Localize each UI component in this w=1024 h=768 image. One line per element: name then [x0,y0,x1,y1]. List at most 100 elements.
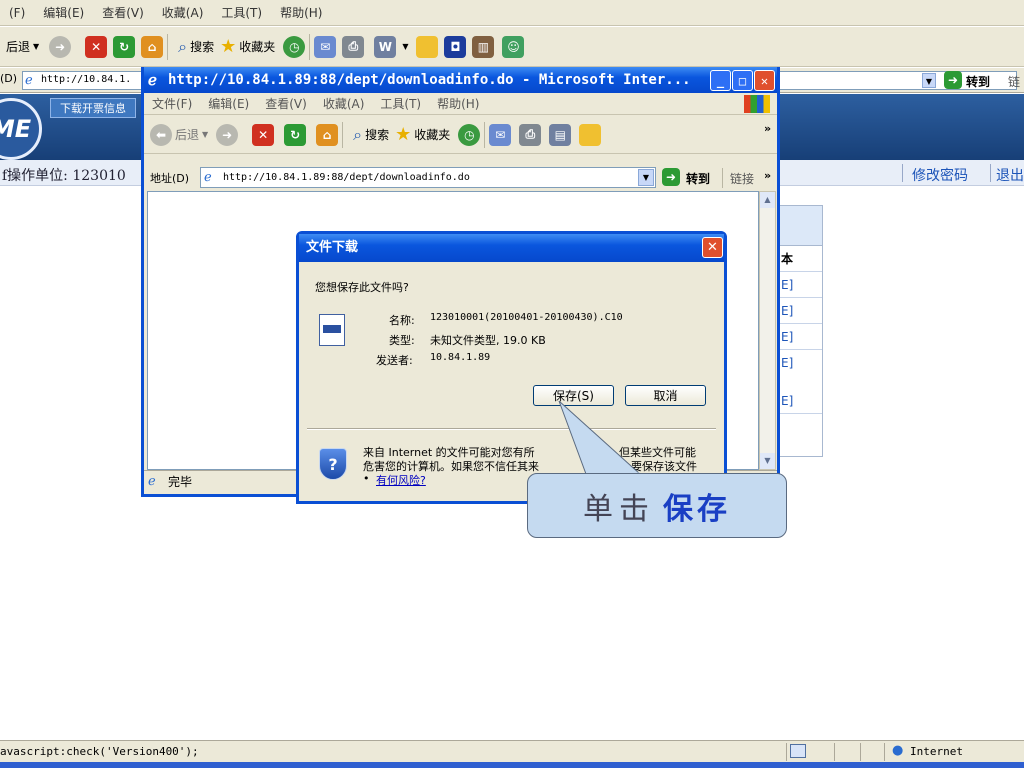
history-icon[interactable]: ◷ [283,35,306,58]
popup-search-button[interactable]: ⌕ 搜索 [353,125,389,145]
popup-links-label[interactable]: 链接 [730,170,754,187]
popup-menu-help[interactable]: 帮助(H) [429,93,487,115]
bg-links-label[interactable]: 链 [1008,73,1020,90]
popup-status-text: 完毕 [168,475,193,489]
risk-link[interactable]: 有何风险? [376,472,426,488]
bg-address-value: http://10.84.1. [41,74,132,85]
dropdown-arrow-icon[interactable]: ▼ [638,169,654,186]
bg-favorites-button[interactable]: ★ 收藏夹 [220,36,275,57]
name-label: 名称: [389,314,415,327]
search-icon: ⌕ [353,124,363,144]
forward-icon[interactable]: ➜ [216,123,239,146]
popup-menu-edit[interactable]: 编辑(E) [200,93,257,115]
popup-address-input[interactable]: ℯ http://10.84.1.89:88/dept/downloadinfo… [200,167,656,188]
close-button[interactable]: ✕ [754,70,775,91]
print-icon[interactable]: ⎙ [519,123,542,146]
cancel-button-label: 取消 [653,389,678,403]
popup-menu-favorites[interactable]: 收藏(A) [315,93,373,115]
toolbar-overflow-icon[interactable]: » [764,122,771,135]
bg-menu-tools[interactable]: 工具(T) [212,0,271,26]
popup-favorites-button[interactable]: ★ 收藏夹 [395,124,450,145]
stop-icon[interactable]: ✕ [85,35,108,58]
popup-toolbar: ⬅ 后退 ▼ ➜ ✕ ↻ ⌂ ⌕ 搜索 ★ 收藏夹 ◷ ✉ ⎙ ▤ » [144,116,777,154]
bg-menu-view[interactable]: 查看(V) [93,0,153,26]
popup-menu-file[interactable]: 文件(F) [144,93,200,115]
bg-menu-bar: (F) 编辑(E) 查看(V) 收藏(A) 工具(T) 帮助(H) [0,0,1024,26]
from-value: 10.84.1.89 [430,352,491,363]
popup-address-label: 地址(D) [150,172,190,185]
status-divider [860,743,861,761]
edit-icon[interactable]: ▤ [549,123,572,146]
popup-scrollbar[interactable]: ▲ ▼ [759,191,776,470]
popup-back-button[interactable]: ⬅ 后退 ▼ [150,123,208,146]
popup-go-label[interactable]: 转到 [686,170,710,187]
refresh-icon[interactable]: ↻ [284,123,307,146]
search-icon: ⌕ [178,36,188,56]
popup-title-bar: ℯ http://10.84.1.89:88/dept/downloadinfo… [144,67,777,93]
bg-status-bar: avascript:check('Version400'); ● Interne… [0,740,1024,762]
logout-link[interactable]: 退出 [996,165,1024,185]
mail-icon[interactable]: ✉ [314,35,337,58]
popup-address-value: http://10.84.1.89:88/dept/downloadinfo.d… [223,172,470,183]
dropdown-arrow-icon[interactable]: ▼ [922,73,936,88]
refresh-icon[interactable]: ↻ [113,35,136,58]
go-arrow-icon[interactable]: ➜ [944,71,962,89]
popup-back-label: 后退 [175,128,200,142]
tutorial-callout: 单击 保存 [527,473,787,538]
bg-back-button[interactable]: 后退 ▼ [6,38,39,55]
link-divider [990,164,991,182]
from-label: 发送者: [376,354,413,367]
status-divider [834,743,835,761]
bg-status-text: avascript:check('Version400'); [0,745,199,758]
dialog-close-button[interactable]: ✕ [702,237,723,258]
notes-icon[interactable] [579,123,602,146]
scroll-down-icon[interactable]: ▼ [760,453,775,469]
home-icon[interactable]: ⌂ [141,35,164,58]
dropdown-arrow-icon[interactable]: ▼ [402,42,408,51]
history-icon[interactable]: ◷ [458,123,481,146]
minimize-button[interactable]: _ [710,70,731,91]
stop-icon[interactable]: ✕ [252,123,275,146]
home-icon[interactable]: ⌂ [316,123,339,146]
globe-icon: ● [892,743,904,758]
change-password-link[interactable]: 修改密码 [912,165,968,185]
bg-menu-edit[interactable]: 编辑(E) [34,0,93,26]
download-tab[interactable]: 下载开票信息 [50,98,136,118]
maximize-button[interactable]: □ [732,70,753,91]
links-overflow-icon[interactable]: » [764,169,771,182]
people-icon[interactable]: ☺ [502,35,525,58]
bg-menu-help[interactable]: 帮助(H) [271,0,331,26]
bg-menu-favorites[interactable]: 收藏(A) [153,0,213,26]
popup-menu-bar: 文件(F) 编辑(E) 查看(V) 收藏(A) 工具(T) 帮助(H) [144,93,777,115]
bg-toolbar: 后退 ▼ ➜ ✕ ↻ ⌂ ⌕ 搜索 ★ 收藏夹 ◷ ✉ ⎙ W ▼ ◘ ▥ ☺ [0,27,1024,67]
scroll-up-icon[interactable]: ▲ [760,192,775,208]
toolbar-divider [342,121,344,148]
toolbar-divider [167,33,169,60]
go-arrow-icon[interactable]: ➜ [662,168,680,186]
bullet: • [363,472,370,485]
forward-icon[interactable]: ➜ [49,35,72,58]
research-icon[interactable]: ▥ [472,35,495,58]
shield-icon: ? [319,448,347,480]
bg-search-button[interactable]: ⌕ 搜索 [178,37,214,57]
print-icon[interactable]: ⎙ [342,35,365,58]
bg-search-label: 搜索 [190,40,215,54]
windows-logo-icon [744,95,770,113]
bg-menu-file[interactable]: (F) [0,0,34,26]
bg-back-label: 后退 [6,40,31,54]
messenger-icon[interactable]: ◘ [444,35,467,58]
bg-go-label[interactable]: 转到 [966,73,990,90]
ie-icon: ℯ [148,71,157,89]
mail-icon[interactable]: ✉ [489,123,512,146]
file-icon [319,314,345,346]
toolbar-divider [722,168,723,188]
name-value: 123010001(20100401-20100430).C10 [430,312,623,323]
popup-favorites-label: 收藏夹 [414,128,451,142]
back-icon: ⬅ [150,123,172,146]
notes-icon[interactable] [416,35,439,58]
popup-search-label: 搜索 [365,128,390,142]
popup-menu-tools[interactable]: 工具(T) [372,93,429,115]
status-divider [884,743,885,761]
edit-icon[interactable]: W [374,35,397,58]
popup-menu-view[interactable]: 查看(V) [257,93,315,115]
